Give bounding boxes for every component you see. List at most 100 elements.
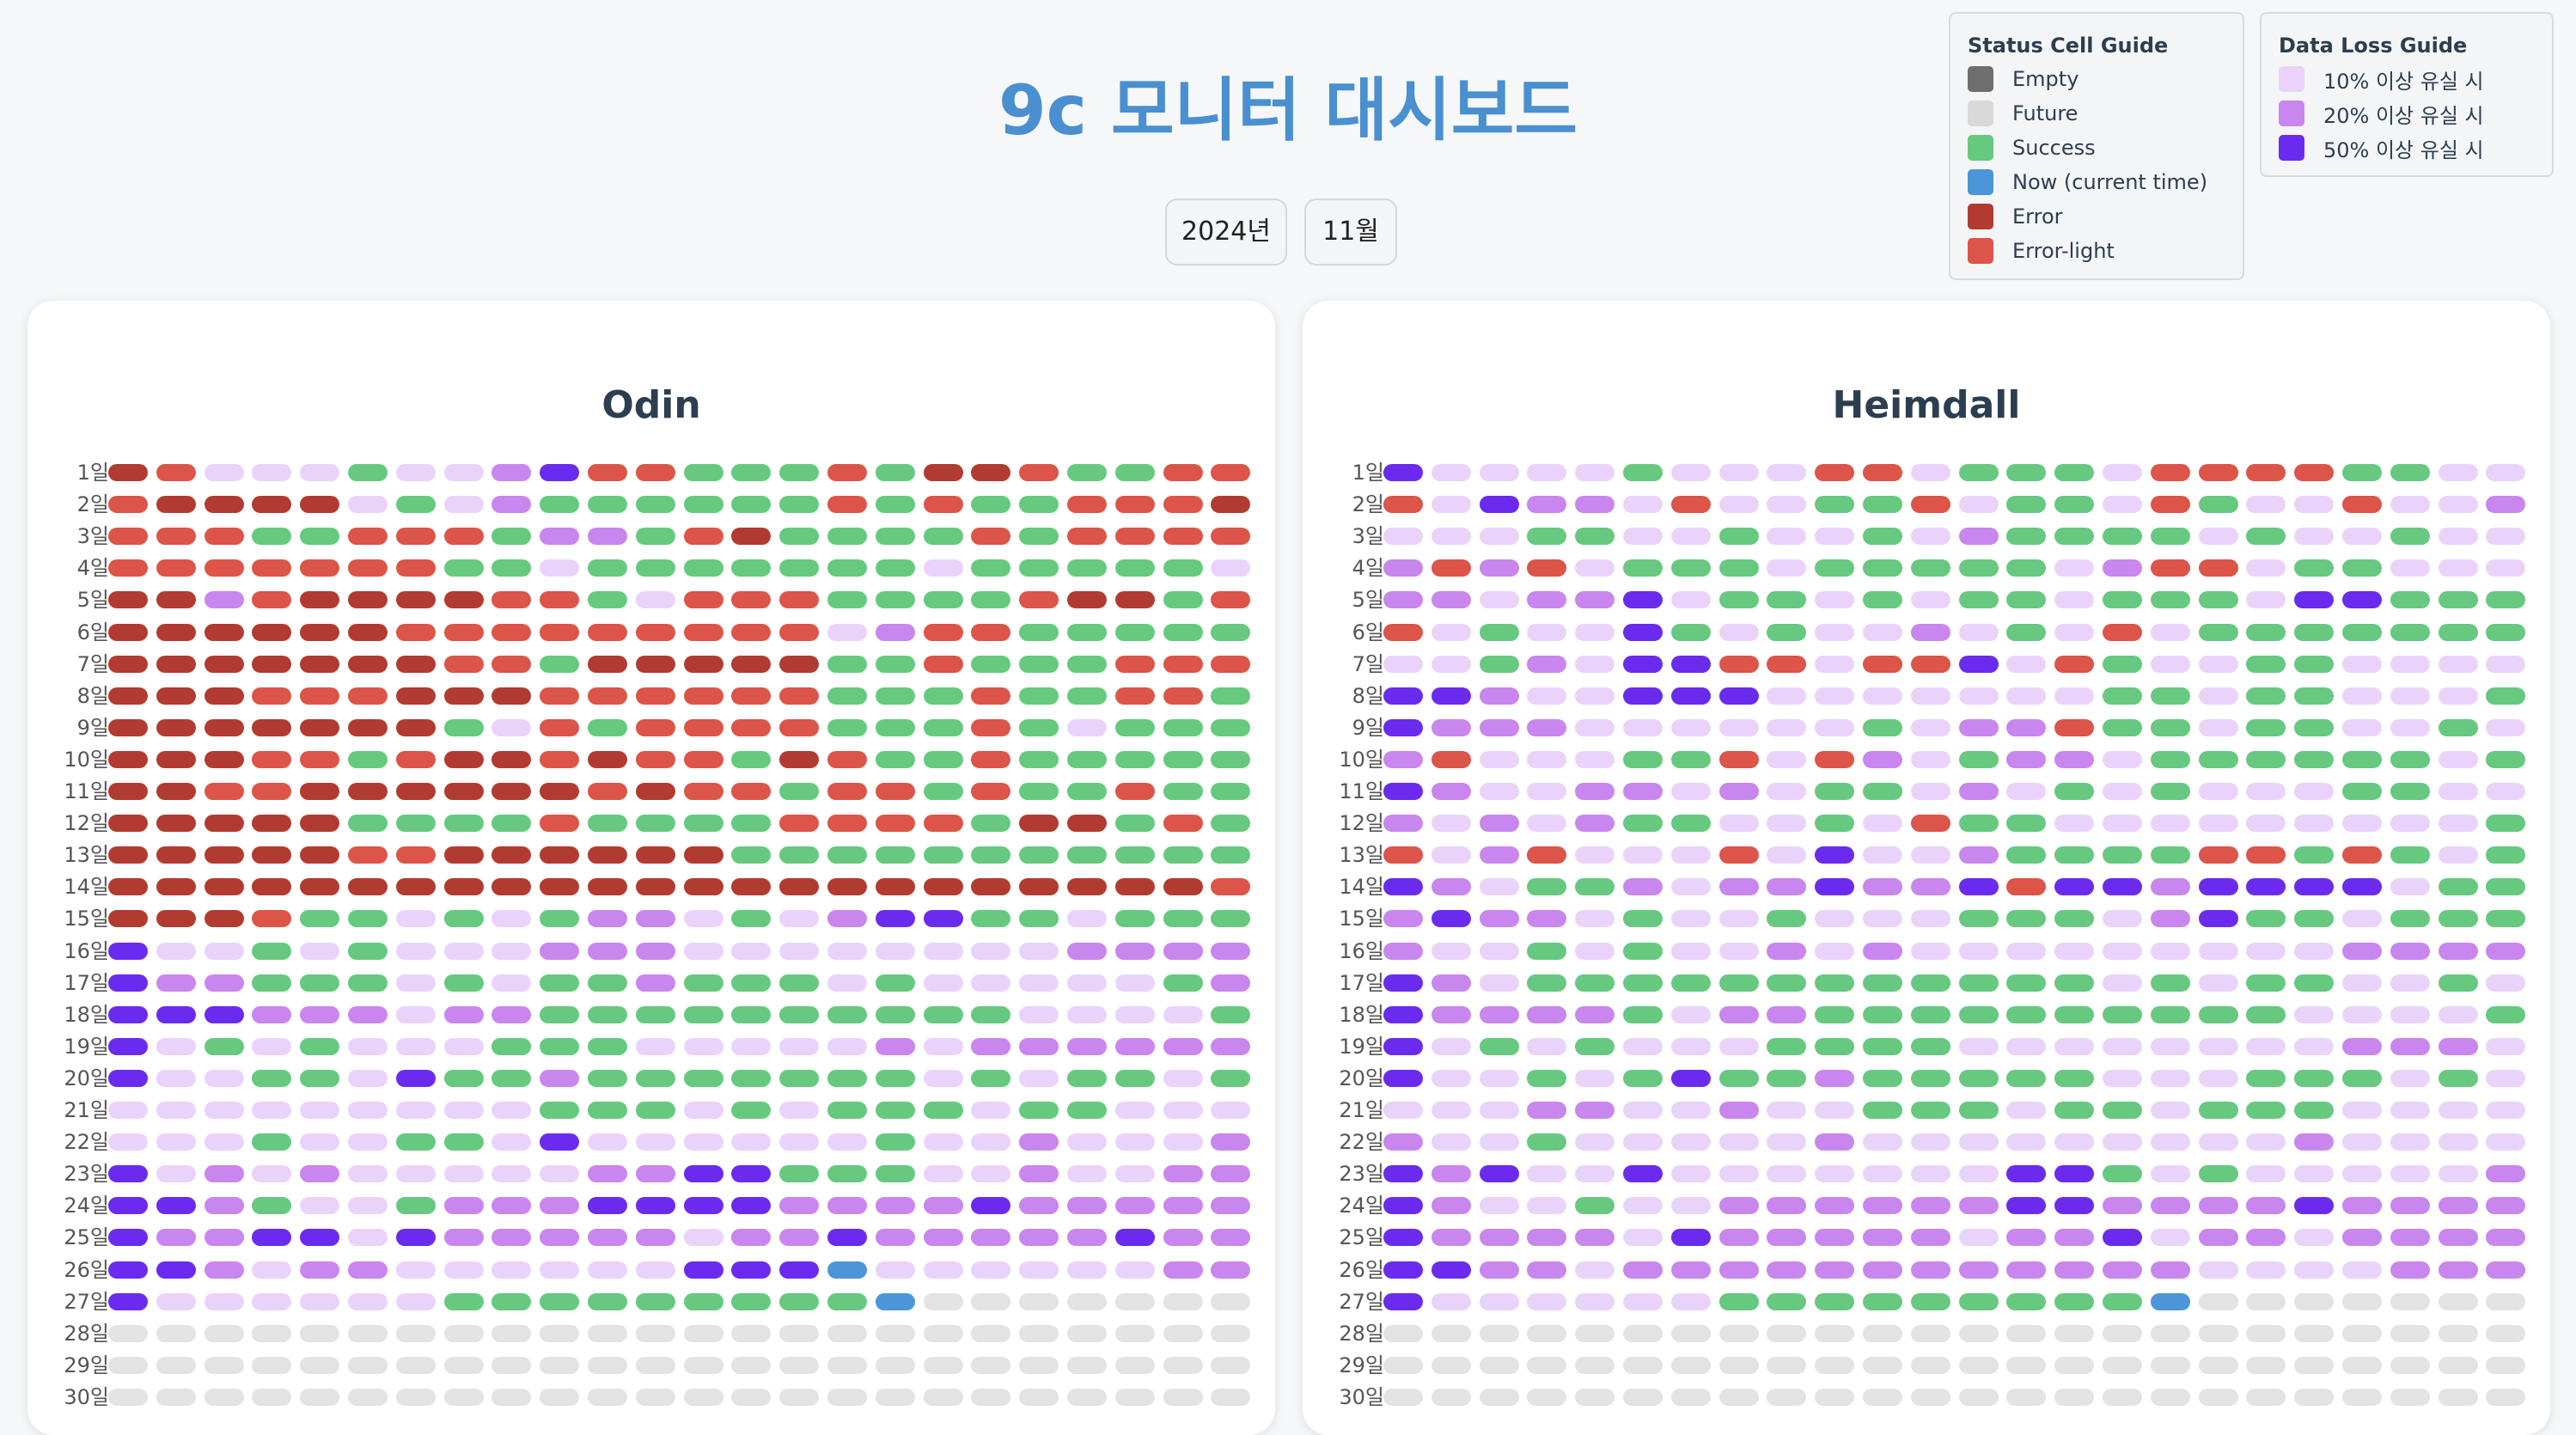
status-cell[interactable] bbox=[635, 1037, 675, 1055]
status-cell[interactable] bbox=[1623, 623, 1663, 641]
status-cell[interactable] bbox=[2246, 559, 2286, 577]
status-cell[interactable] bbox=[683, 1037, 723, 1055]
status-cell[interactable] bbox=[971, 846, 1011, 864]
status-cell[interactable] bbox=[1527, 718, 1567, 736]
status-cell[interactable] bbox=[1815, 878, 1855, 896]
status-cell[interactable] bbox=[971, 1356, 1011, 1374]
status-cell[interactable] bbox=[1718, 1165, 1759, 1183]
status-cell[interactable] bbox=[2150, 1165, 2190, 1183]
status-cell[interactable] bbox=[108, 942, 148, 960]
status-cell[interactable] bbox=[348, 846, 388, 864]
status-cell[interactable] bbox=[2342, 655, 2382, 673]
status-cell[interactable] bbox=[1815, 974, 1855, 992]
status-cell[interactable] bbox=[779, 1261, 820, 1279]
status-cell[interactable] bbox=[2054, 846, 2095, 864]
status-cell[interactable] bbox=[2198, 910, 2238, 928]
status-cell[interactable] bbox=[540, 1102, 580, 1119]
status-cell[interactable] bbox=[1958, 1102, 1999, 1119]
status-cell[interactable] bbox=[2054, 1165, 2095, 1183]
status-cell[interactable] bbox=[1114, 1133, 1155, 1151]
status-cell[interactable] bbox=[1383, 623, 1423, 641]
status-cell[interactable] bbox=[443, 1102, 484, 1119]
status-cell[interactable] bbox=[2294, 687, 2335, 705]
status-cell[interactable] bbox=[300, 910, 340, 928]
status-cell[interactable] bbox=[1067, 655, 1107, 673]
status-cell[interactable] bbox=[2438, 974, 2478, 992]
status-cell[interactable] bbox=[443, 1005, 484, 1023]
status-cell[interactable] bbox=[683, 1261, 723, 1279]
status-cell[interactable] bbox=[1718, 846, 1759, 864]
status-cell[interactable] bbox=[923, 718, 963, 736]
status-cell[interactable] bbox=[1431, 1324, 1471, 1342]
status-cell[interactable] bbox=[1575, 687, 1615, 705]
status-cell[interactable] bbox=[2486, 1133, 2526, 1151]
status-cell[interactable] bbox=[2006, 1102, 2047, 1119]
status-cell[interactable] bbox=[540, 1388, 580, 1406]
status-cell[interactable] bbox=[1718, 528, 1759, 546]
status-cell[interactable] bbox=[2390, 623, 2430, 641]
status-cell[interactable] bbox=[1575, 1037, 1615, 1055]
status-cell[interactable] bbox=[2438, 815, 2478, 833]
status-cell[interactable] bbox=[1163, 1005, 1203, 1023]
status-cell[interactable] bbox=[2103, 1324, 2142, 1342]
status-cell[interactable] bbox=[1815, 1069, 1855, 1087]
status-cell[interactable] bbox=[971, 1133, 1011, 1151]
status-cell[interactable] bbox=[1211, 878, 1251, 896]
status-cell[interactable] bbox=[1383, 1165, 1423, 1183]
status-cell[interactable] bbox=[2103, 878, 2142, 896]
status-cell[interactable] bbox=[1718, 623, 1759, 641]
status-cell[interactable] bbox=[1019, 1197, 1059, 1215]
status-cell[interactable] bbox=[1431, 591, 1471, 609]
status-cell[interactable] bbox=[2438, 655, 2478, 673]
status-cell[interactable] bbox=[2390, 1005, 2430, 1023]
status-cell[interactable] bbox=[395, 1324, 436, 1342]
status-cell[interactable] bbox=[2150, 1037, 2190, 1055]
status-cell[interactable] bbox=[683, 496, 723, 514]
status-cell[interactable] bbox=[1479, 623, 1519, 641]
status-cell[interactable] bbox=[588, 623, 627, 641]
status-cell[interactable] bbox=[2342, 1037, 2382, 1055]
status-cell[interactable] bbox=[2390, 1388, 2430, 1406]
status-cell[interactable] bbox=[491, 591, 532, 609]
status-cell[interactable] bbox=[108, 1261, 148, 1279]
status-cell[interactable] bbox=[156, 942, 196, 960]
status-cell[interactable] bbox=[2103, 623, 2142, 641]
status-cell[interactable] bbox=[1863, 1356, 1902, 1374]
status-cell[interactable] bbox=[204, 559, 244, 577]
status-cell[interactable] bbox=[1383, 1133, 1423, 1151]
status-cell[interactable] bbox=[1067, 1069, 1107, 1087]
status-cell[interactable] bbox=[1670, 815, 1711, 833]
status-cell[interactable] bbox=[2486, 1292, 2526, 1310]
status-cell[interactable] bbox=[2390, 718, 2430, 736]
status-cell[interactable] bbox=[2006, 942, 2047, 960]
status-cell[interactable] bbox=[2054, 1197, 2095, 1215]
status-cell[interactable] bbox=[2103, 718, 2142, 736]
status-cell[interactable] bbox=[1670, 528, 1711, 546]
status-cell[interactable] bbox=[1718, 815, 1759, 833]
status-cell[interactable] bbox=[108, 1292, 148, 1310]
status-cell[interactable] bbox=[1163, 464, 1203, 481]
status-cell[interactable] bbox=[2054, 1292, 2095, 1310]
status-cell[interactable] bbox=[1575, 1005, 1615, 1023]
status-cell[interactable] bbox=[540, 974, 580, 992]
status-cell[interactable] bbox=[108, 815, 148, 833]
status-cell[interactable] bbox=[2054, 783, 2095, 800]
status-cell[interactable] bbox=[1211, 1069, 1251, 1087]
status-cell[interactable] bbox=[2294, 1292, 2335, 1310]
status-cell[interactable] bbox=[588, 1229, 627, 1247]
status-cell[interactable] bbox=[2390, 559, 2430, 577]
status-cell[interactable] bbox=[827, 1356, 867, 1374]
status-cell[interactable] bbox=[1670, 1292, 1711, 1310]
status-cell[interactable] bbox=[443, 878, 484, 896]
status-cell[interactable] bbox=[2294, 1102, 2335, 1119]
status-cell[interactable] bbox=[2006, 1197, 2047, 1215]
status-cell[interactable] bbox=[683, 1388, 723, 1406]
status-cell[interactable] bbox=[2103, 1005, 2142, 1023]
status-cell[interactable] bbox=[1527, 1356, 1567, 1374]
status-cell[interactable] bbox=[252, 718, 292, 736]
status-cell[interactable] bbox=[1815, 1292, 1855, 1310]
status-cell[interactable] bbox=[2390, 783, 2430, 800]
status-cell[interactable] bbox=[1718, 559, 1759, 577]
status-cell[interactable] bbox=[1767, 1197, 1807, 1215]
status-cell[interactable] bbox=[1211, 718, 1251, 736]
